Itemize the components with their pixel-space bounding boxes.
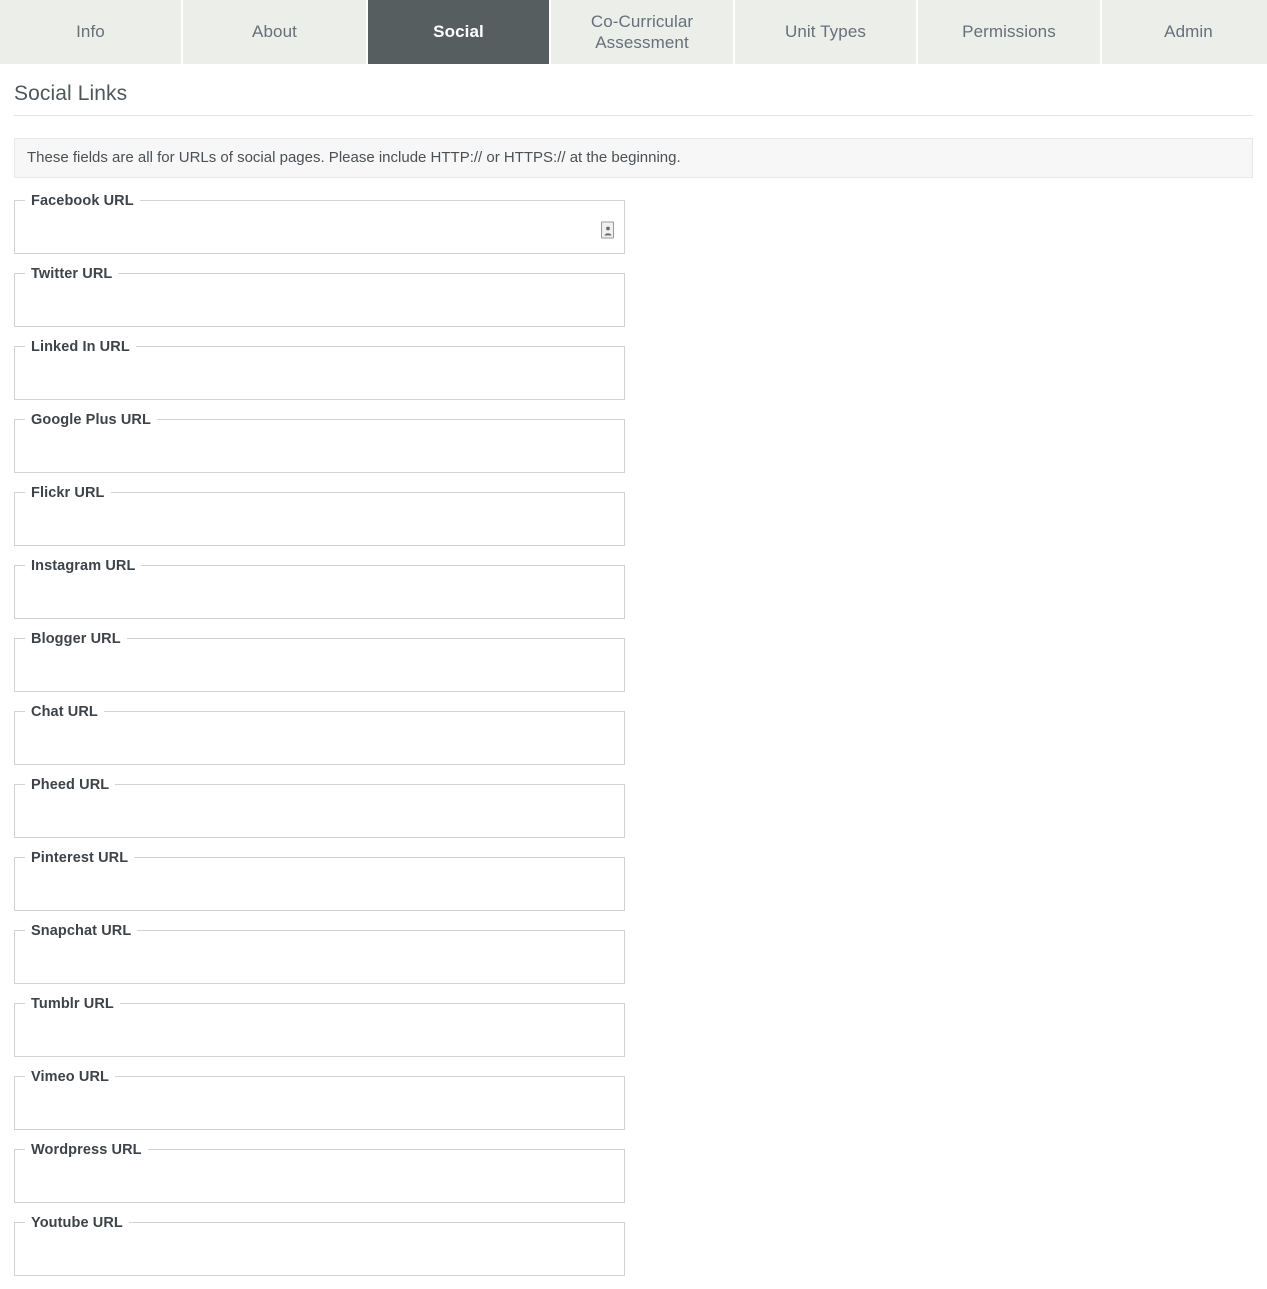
input-vimeo-url[interactable] — [15, 1084, 624, 1129]
field-label: Twitter URL — [31, 265, 113, 282]
field-label: Linked In URL — [31, 338, 130, 355]
field-label: Facebook URL — [31, 192, 134, 209]
tab-label: Info — [76, 22, 105, 42]
input-blogger-url[interactable] — [15, 646, 624, 691]
tab-bar: Info About Social Co-Curricular Assessment U… — [0, 0, 1267, 64]
field-instagram-url: Instagram URL — [14, 557, 625, 619]
tab-label: Admin — [1164, 22, 1213, 42]
tab-label: Co-Curricular Assessment — [590, 11, 694, 52]
input-snapchat-url[interactable] — [15, 938, 624, 983]
field-label: Tumblr URL — [31, 995, 114, 1012]
tab-admin[interactable]: Admin — [1102, 0, 1267, 64]
input-twitter-url[interactable] — [15, 281, 624, 326]
field-twitter-url: Twitter URL — [14, 265, 625, 327]
field-label: Blogger URL — [31, 630, 121, 647]
field-label: Flickr URL — [31, 484, 105, 501]
field-flickr-url: Flickr URL — [14, 484, 625, 546]
tab-label: Permissions — [962, 22, 1056, 42]
field-label: Chat URL — [31, 703, 98, 720]
field-pheed-url: Pheed URL — [14, 776, 625, 838]
tab-label: Unit Types — [784, 22, 866, 42]
input-google-plus-url[interactable] — [15, 427, 624, 472]
field-blogger-url: Blogger URL — [14, 630, 625, 692]
input-pinterest-url[interactable] — [15, 865, 624, 910]
tab-social[interactable]: Social — [368, 0, 549, 64]
tab-permissions[interactable]: Permissions — [918, 0, 1100, 64]
field-label: Pinterest URL — [31, 849, 129, 866]
field-facebook-url: Facebook URL — [14, 192, 625, 254]
page-title: Social Links — [14, 64, 1253, 116]
input-wordpress-url[interactable] — [15, 1157, 624, 1202]
input-pheed-url[interactable] — [15, 792, 624, 837]
tab-about[interactable]: About — [183, 0, 366, 64]
form-notice: These fields are all for URLs of social … — [14, 138, 1253, 178]
field-pinterest-url: Pinterest URL — [14, 849, 625, 911]
field-chat-url: Chat URL — [14, 703, 625, 765]
field-google-plus-url: Google Plus URL — [14, 411, 625, 473]
social-links-form: Facebook URL Twitter URL Linked In URL Goog… — [14, 192, 1253, 1289]
field-label: Pheed URL — [31, 776, 110, 793]
input-instagram-url[interactable] — [15, 573, 624, 618]
tab-unit-types[interactable]: Unit Types — [735, 0, 916, 64]
field-label: Wordpress URL — [31, 1141, 142, 1158]
autofill-contact-card-icon[interactable] — [601, 221, 614, 239]
field-label: Google Plus URL — [31, 411, 151, 428]
field-wordpress-url: Wordpress URL — [14, 1141, 625, 1203]
field-label: Snapchat URL — [31, 922, 132, 939]
page-content: Social Links These fields are all for UR… — [0, 64, 1267, 1289]
tab-label: About — [252, 22, 297, 42]
input-flickr-url[interactable] — [15, 500, 624, 545]
tab-info[interactable]: Info — [0, 0, 181, 64]
tab-co-curricular-assessment[interactable]: Co-Curricular Assessment — [551, 0, 733, 64]
field-linked-in-url: Linked In URL — [14, 338, 625, 400]
input-linked-in-url[interactable] — [15, 354, 624, 399]
field-snapchat-url: Snapchat URL — [14, 922, 625, 984]
field-vimeo-url: Vimeo URL — [14, 1068, 625, 1130]
field-label: Instagram URL — [31, 557, 136, 574]
field-youtube-url: Youtube URL — [14, 1214, 625, 1276]
input-youtube-url[interactable] — [15, 1230, 624, 1275]
field-tumblr-url: Tumblr URL — [14, 995, 625, 1057]
tab-label: Social — [433, 22, 484, 42]
field-label: Youtube URL — [31, 1214, 123, 1231]
field-label: Vimeo URL — [31, 1068, 109, 1085]
input-facebook-url[interactable] — [15, 208, 624, 253]
input-tumblr-url[interactable] — [15, 1011, 624, 1056]
